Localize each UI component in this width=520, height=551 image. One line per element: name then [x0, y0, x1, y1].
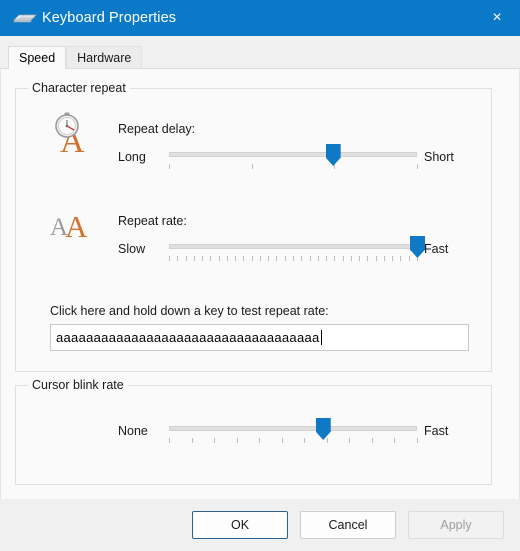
- cursor-blink-rate-slider-thumb[interactable]: [315, 418, 331, 440]
- slider-tick: [375, 256, 377, 261]
- double-letter-a-icon: A A: [48, 202, 96, 248]
- slider-tick: [281, 438, 283, 443]
- slider-tick: [334, 164, 336, 169]
- slider-tick: [185, 256, 187, 261]
- slider-tick: [259, 438, 261, 443]
- repeat-delay-max-label: Short: [424, 150, 454, 164]
- slider-tick: [371, 438, 373, 443]
- slider-tick: [417, 438, 418, 443]
- slider-tick: [408, 256, 410, 261]
- window-title: Keyboard Properties: [42, 10, 177, 26]
- repeat-delay-min-label: Long: [118, 150, 146, 164]
- slider-tick: [259, 256, 261, 261]
- repeat-delay-caption: Repeat delay:: [118, 122, 196, 136]
- repeat-delay-slider-thumb[interactable]: [325, 144, 341, 166]
- slider-tick: [342, 256, 344, 261]
- test-repeat-rate-input[interactable]: aaaaaaaaaaaaaaaaaaaaaaaaaaaaaaaaaaa: [50, 324, 469, 351]
- slider-tick: [243, 256, 245, 261]
- slider-tick: [317, 256, 319, 261]
- slider-tick: [226, 256, 228, 261]
- slider-tick: [417, 164, 418, 169]
- slider-tick: [251, 164, 253, 169]
- title-bar[interactable]: Keyboard Properties ×: [0, 0, 520, 36]
- repeat-rate-slider-track[interactable]: [169, 244, 417, 249]
- slider-tick: [214, 438, 216, 443]
- repeat-rate-max-label: Fast: [424, 242, 449, 256]
- slider-tick: [236, 438, 238, 443]
- slider-tick: [304, 438, 306, 443]
- slider-tick: [218, 256, 220, 261]
- slider-tick: [169, 256, 170, 261]
- slider-tick: [350, 256, 352, 261]
- tab-speed[interactable]: Speed: [8, 46, 67, 69]
- slider-tick: [301, 256, 303, 261]
- cancel-button[interactable]: Cancel: [300, 511, 396, 539]
- slider-tick: [284, 256, 286, 261]
- slider-tick: [394, 438, 396, 443]
- group-cursor-blink-rate: Cursor blink rate None Fast: [15, 378, 492, 485]
- repeat-delay-slider-ticks: [169, 164, 418, 170]
- slider-tick: [276, 256, 278, 261]
- slider-tick: [309, 256, 311, 261]
- test-field-label: Click here and hold down a key to test r…: [50, 304, 329, 318]
- slider-tick: [326, 438, 328, 443]
- slider-tick: [268, 256, 270, 261]
- svg-text:A: A: [65, 209, 88, 244]
- close-icon[interactable]: ×: [474, 0, 520, 36]
- repeat-rate-slider-thumb[interactable]: [410, 236, 425, 258]
- group-cursor-blink-rate-title: Cursor blink rate: [28, 378, 128, 392]
- slider-tick: [191, 438, 193, 443]
- tab-strip: Speed Hardware: [0, 44, 520, 69]
- slider-tick: [392, 256, 394, 261]
- slider-tick: [293, 256, 294, 261]
- slider-tick: [400, 256, 402, 261]
- stopwatch-letter-a-icon: A: [48, 111, 96, 160]
- repeat-rate-slider-ticks: [169, 256, 418, 262]
- cursor-blink-max-label: Fast: [424, 424, 449, 438]
- tab-hardware[interactable]: Hardware: [66, 46, 143, 69]
- slider-tick: [326, 256, 328, 261]
- slider-tick: [210, 256, 212, 261]
- slider-tick: [235, 256, 237, 261]
- keyboard-icon: [8, 11, 42, 25]
- slider-tick: [359, 256, 361, 261]
- repeat-rate-min-label: Slow: [118, 242, 146, 256]
- group-character-repeat: Character repeat A Repeat delay: Long Sh…: [15, 81, 492, 372]
- slider-tick: [169, 438, 170, 443]
- cursor-blink-rate-slider[interactable]: [169, 416, 418, 446]
- slider-tick: [334, 256, 336, 261]
- cursor-blink-rate-slider-track[interactable]: [169, 426, 417, 431]
- slider-tick: [169, 164, 170, 169]
- text-caret: [320, 330, 322, 345]
- repeat-delay-slider[interactable]: [169, 142, 418, 172]
- group-character-repeat-title: Character repeat: [28, 81, 130, 95]
- tab-page-speed: Character repeat A Repeat delay: Long Sh…: [0, 68, 520, 532]
- dialog-footer: OK Cancel Apply: [0, 499, 520, 551]
- repeat-rate-slider[interactable]: [169, 234, 425, 264]
- slider-tick: [349, 438, 351, 443]
- slider-tick: [251, 256, 253, 261]
- ok-button[interactable]: OK: [192, 511, 288, 539]
- repeat-rate-caption: Repeat rate:: [118, 214, 187, 228]
- cursor-blink-min-label: None: [118, 424, 148, 438]
- repeat-delay-slider-track[interactable]: [169, 152, 417, 157]
- apply-button[interactable]: Apply: [408, 511, 504, 539]
- slider-tick: [177, 256, 179, 261]
- cursor-blink-rate-slider-ticks: [169, 438, 418, 444]
- slider-tick: [202, 256, 204, 261]
- slider-tick: [367, 256, 369, 261]
- slider-tick: [383, 256, 385, 261]
- test-repeat-rate-input-value: aaaaaaaaaaaaaaaaaaaaaaaaaaaaaaaaaaa: [56, 330, 320, 345]
- slider-tick: [193, 256, 195, 261]
